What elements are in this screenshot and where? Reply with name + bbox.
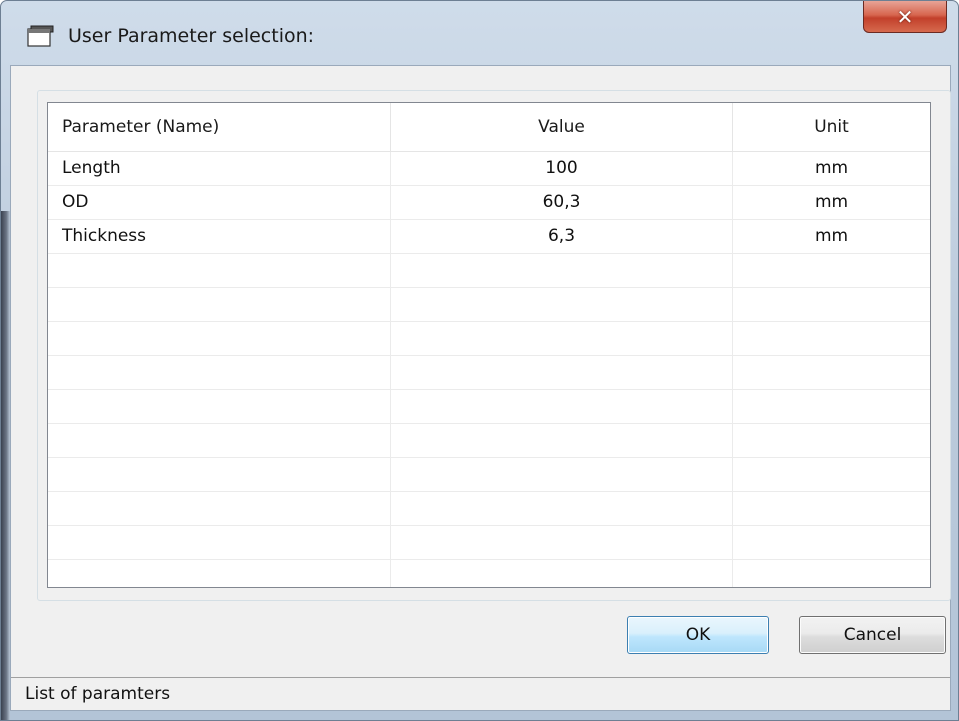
parameter-group-box: Parameter (Name) Value Unit Length 100 mm O… xyxy=(37,90,951,601)
cell-value xyxy=(391,390,733,423)
cell-name xyxy=(48,288,391,321)
cell-value: 60,3 xyxy=(391,186,733,219)
cell-unit: mm xyxy=(814,192,849,212)
cell-value xyxy=(391,458,733,491)
cell-value xyxy=(391,424,733,457)
dialog-client-area: Parameter (Name) Value Unit Length 100 mm O… xyxy=(10,65,951,711)
cell-unit xyxy=(733,424,930,457)
cell-value: 6,3 xyxy=(391,220,733,253)
cell-name xyxy=(48,458,391,491)
column-header-value[interactable]: Value xyxy=(391,103,733,151)
table-row-empty[interactable] xyxy=(48,254,930,288)
cell-value xyxy=(391,288,733,321)
cell-unit xyxy=(733,254,930,287)
cell-name xyxy=(48,424,391,457)
dialog-window: User Parameter selection: ✕ Parameter (N… xyxy=(0,0,959,721)
cell-name xyxy=(48,322,391,355)
title-bar[interactable]: User Parameter selection: ✕ xyxy=(1,1,958,65)
table-header: Parameter (Name) Value Unit xyxy=(48,103,930,152)
table-row-empty[interactable] xyxy=(48,288,930,322)
cell-unit xyxy=(733,288,930,321)
cell-unit xyxy=(733,458,930,491)
cell-value xyxy=(391,492,733,525)
ok-button[interactable]: OK xyxy=(627,616,769,654)
cancel-button[interactable]: Cancel xyxy=(799,616,946,654)
cell-name xyxy=(48,254,391,287)
column-header-unit[interactable]: Unit xyxy=(733,103,930,151)
cell-unit xyxy=(733,356,930,389)
table-row-empty[interactable] xyxy=(48,356,930,390)
cell-name: Length xyxy=(48,152,391,185)
cell-unit: mm xyxy=(814,226,849,246)
cell-unit: mm xyxy=(814,158,849,178)
table-row[interactable]: Length 100 mm xyxy=(48,152,930,186)
close-button[interactable]: ✕ xyxy=(863,1,947,33)
cell-name: OD xyxy=(48,186,391,219)
cell-name xyxy=(48,356,391,389)
cell-name xyxy=(48,492,391,525)
cell-name xyxy=(48,560,391,587)
table-row-empty[interactable] xyxy=(48,322,930,356)
table-row-empty[interactable] xyxy=(48,560,930,587)
table-row-empty[interactable] xyxy=(48,492,930,526)
cell-value: 100 xyxy=(391,152,733,185)
table-row[interactable]: OD 60,3 mm xyxy=(48,186,930,220)
cell-value xyxy=(391,526,733,559)
table-row-empty[interactable] xyxy=(48,458,930,492)
cell-name xyxy=(48,526,391,559)
window-title: User Parameter selection: xyxy=(68,25,315,47)
window-edge-shadow xyxy=(1,211,10,720)
close-icon: ✕ xyxy=(896,4,914,29)
cell-value xyxy=(391,560,733,587)
status-text: List of paramters xyxy=(25,684,171,704)
table-row[interactable]: Thickness 6,3 mm xyxy=(48,220,930,254)
cell-unit xyxy=(733,322,930,355)
window-app-icon xyxy=(27,25,54,47)
cell-unit xyxy=(733,390,930,423)
cell-value xyxy=(391,356,733,389)
parameter-table[interactable]: Parameter (Name) Value Unit Length 100 mm O… xyxy=(47,102,931,588)
cell-value xyxy=(391,322,733,355)
table-row-empty[interactable] xyxy=(48,526,930,560)
table-row-empty[interactable] xyxy=(48,424,930,458)
table-row-empty[interactable] xyxy=(48,390,930,424)
cell-value xyxy=(391,254,733,287)
cell-unit xyxy=(733,526,930,559)
cell-unit xyxy=(733,560,930,587)
cell-unit xyxy=(733,492,930,525)
status-bar: List of paramters xyxy=(11,677,950,710)
column-header-parameter[interactable]: Parameter (Name) xyxy=(48,103,391,151)
cell-name: Thickness xyxy=(48,220,391,253)
cell-name xyxy=(48,390,391,423)
